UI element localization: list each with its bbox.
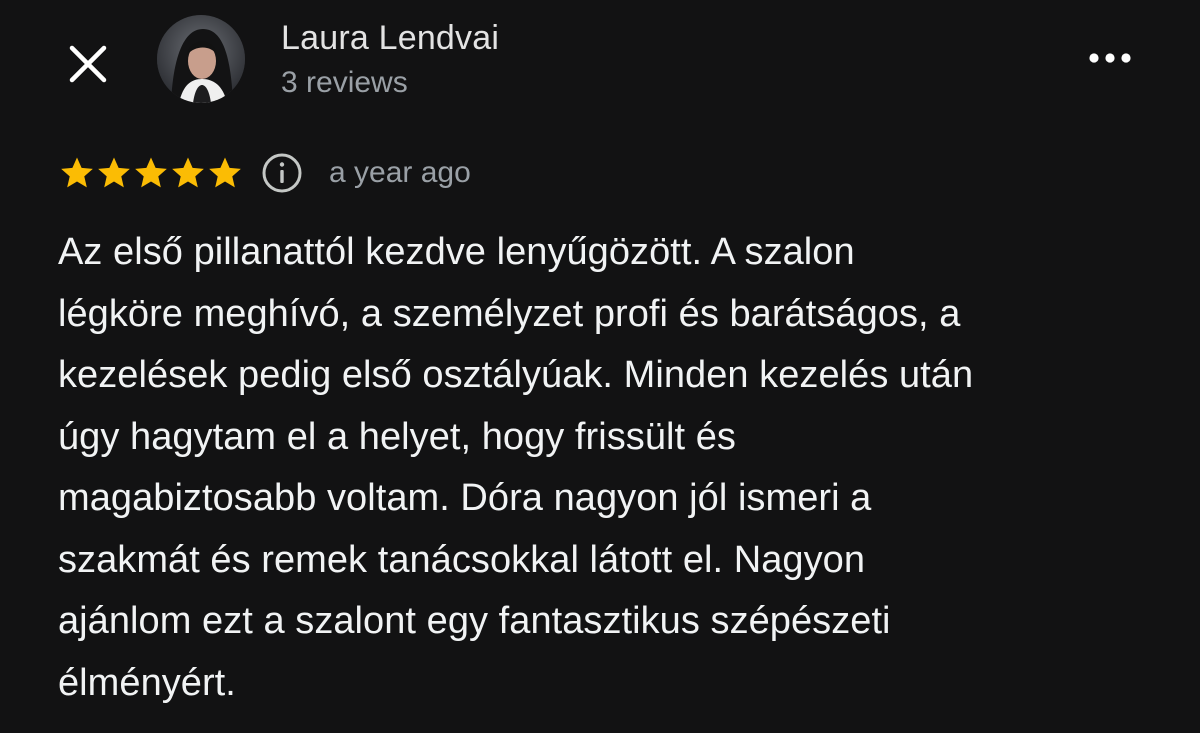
review-text-line: szakmát és remek tanácsokkal látott el. … <box>58 538 865 581</box>
author-name[interactable]: Laura Lendvai <box>281 16 499 60</box>
more-horizontal-icon <box>1089 53 1131 63</box>
review-text: Az első pillanattól kezdve lenyűgözött. … <box>58 222 1168 714</box>
star-icon <box>98 157 130 188</box>
avatar[interactable] <box>157 15 245 103</box>
star-icon <box>172 157 204 188</box>
review-text-line: Az első pillanattól kezdve lenyűgözött. … <box>58 231 855 273</box>
info-icon[interactable] <box>261 152 303 194</box>
review-text-line: kezelések pedig első osztályúak. Minden … <box>58 354 974 396</box>
review-count: 3 reviews <box>281 66 408 99</box>
user-avatar-icon <box>157 15 245 103</box>
review-text-line: élményért. <box>58 661 236 704</box>
close-icon <box>69 45 107 83</box>
star-icon <box>61 157 93 188</box>
star-icon <box>135 157 167 188</box>
review-text-line: úgy hagytam el a helyet, hogy frissült é… <box>58 415 736 458</box>
review-timestamp: a year ago <box>329 156 471 189</box>
star-icon <box>209 157 241 188</box>
review-text-line: magabiztosabb voltam. Dóra nagyon jól is… <box>58 477 872 519</box>
close-button[interactable] <box>62 38 114 90</box>
rating-row: a year ago <box>58 150 471 196</box>
review-text-line: ajánlom ezt a szalont egy fantasztikus s… <box>58 600 891 642</box>
more-options-button[interactable] <box>1080 38 1140 78</box>
review-text-line: légköre meghívó, a személyzet profi és b… <box>58 292 961 335</box>
star-rating <box>58 154 243 192</box>
